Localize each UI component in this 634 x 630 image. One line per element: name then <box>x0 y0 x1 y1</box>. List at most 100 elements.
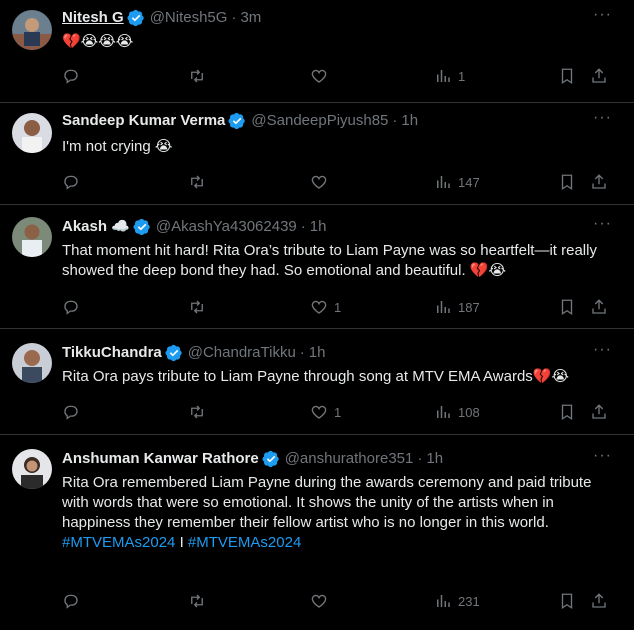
retweet-button[interactable] <box>188 402 212 422</box>
author-name[interactable]: Nitesh G <box>62 8 124 28</box>
more-icon[interactable]: ··· <box>593 6 612 24</box>
share-icon <box>592 593 606 608</box>
tweet[interactable]: Sandeep Kumar Verma @SandeepPiyush85 · 1… <box>0 103 634 205</box>
verified-badge-icon <box>228 112 246 130</box>
retweet-button[interactable] <box>188 172 212 192</box>
views-icon <box>437 70 450 82</box>
author-name[interactable]: Akash ☁️ <box>62 217 130 237</box>
like-button[interactable]: 1 <box>310 297 341 317</box>
share-button[interactable] <box>590 172 608 192</box>
avatar[interactable] <box>12 10 52 50</box>
hashtag-link[interactable]: #MTVEMAs2024 <box>188 534 301 551</box>
views-icon <box>437 301 450 313</box>
reply-icon <box>64 594 78 609</box>
bookmark-button[interactable] <box>558 591 576 611</box>
share-icon <box>592 404 606 419</box>
views-button[interactable]: 147 <box>434 172 480 192</box>
share-icon <box>592 299 606 314</box>
author-handle[interactable]: @AkashYa43062439 <box>156 217 297 237</box>
more-icon[interactable]: ··· <box>593 215 612 233</box>
timestamp[interactable]: 1h <box>310 217 327 237</box>
bookmark-icon <box>561 174 573 191</box>
author-handle[interactable]: @ChandraTikku <box>188 343 296 363</box>
tweet-actions: 231 <box>62 591 616 611</box>
like-icon <box>311 300 327 314</box>
bookmark-icon <box>561 299 573 316</box>
more-icon[interactable]: ··· <box>593 109 612 127</box>
tweet[interactable]: Anshuman Kanwar Rathore @anshurathore351… <box>0 435 634 630</box>
bookmark-button[interactable] <box>558 402 576 422</box>
tweet-actions: 1 108 <box>62 402 616 422</box>
views-button[interactable]: 108 <box>434 402 480 422</box>
retweet-button[interactable] <box>188 297 212 317</box>
hashtag-separator: I <box>179 534 184 551</box>
timestamp[interactable]: 1h <box>426 449 443 469</box>
like-button[interactable] <box>310 172 334 192</box>
views-button[interactable]: 187 <box>434 297 480 317</box>
reply-icon <box>64 405 78 420</box>
avatar[interactable] <box>12 449 52 489</box>
share-button[interactable] <box>590 402 608 422</box>
retweet-button[interactable] <box>188 591 212 611</box>
reply-icon <box>64 175 78 190</box>
share-button[interactable] <box>590 591 608 611</box>
avatar[interactable] <box>12 343 52 383</box>
more-icon[interactable]: ··· <box>593 447 612 465</box>
reply-button[interactable] <box>62 297 86 317</box>
retweet-icon <box>191 594 203 608</box>
author-name[interactable]: Anshuman Kanwar Rathore <box>62 449 259 469</box>
verified-badge-icon <box>133 218 150 236</box>
like-button[interactable]: 1 <box>310 402 341 422</box>
bookmark-button[interactable] <box>558 172 576 192</box>
avatar[interactable] <box>12 217 52 257</box>
like-icon <box>311 405 327 419</box>
like-button[interactable] <box>310 591 334 611</box>
timestamp[interactable]: 1h <box>309 343 326 363</box>
reply-button[interactable] <box>62 591 86 611</box>
reply-button[interactable] <box>62 402 86 422</box>
retweet-button[interactable] <box>188 66 212 86</box>
tweet-header: Nitesh G @Nitesh5G · 3m <box>62 8 584 28</box>
views-button[interactable]: 1 <box>434 66 465 86</box>
hashtag-link[interactable]: #MTVEMAs2024 <box>62 534 175 551</box>
tweet-header: Akash ☁️ @AkashYa43062439 · 1h <box>62 217 584 237</box>
tweet-header: Sandeep Kumar Verma @SandeepPiyush85 · 1… <box>62 111 584 131</box>
timestamp[interactable]: 1h <box>401 111 418 131</box>
like-icon <box>311 175 327 189</box>
tweet[interactable]: Nitesh G @Nitesh5G · 3m ··· 💔😭😭😭 1 <box>0 0 634 103</box>
bookmark-button[interactable] <box>558 297 576 317</box>
verified-badge-icon <box>127 9 144 27</box>
separator-dot: · <box>300 218 306 235</box>
author-name[interactable]: TikkuChandra <box>62 343 162 363</box>
tweet-actions: 1 <box>62 66 616 86</box>
timestamp[interactable]: 3m <box>240 8 261 28</box>
bookmark-icon <box>561 593 573 610</box>
views-button[interactable]: 231 <box>434 591 480 611</box>
reply-icon <box>64 69 78 84</box>
tweet-actions: 1 187 <box>62 297 616 317</box>
like-button[interactable] <box>310 66 334 86</box>
author-handle[interactable]: @Nitesh5G <box>150 8 228 28</box>
bookmark-button[interactable] <box>558 66 576 86</box>
author-handle[interactable]: @anshurathore351 <box>285 449 414 469</box>
share-button[interactable] <box>590 297 608 317</box>
like-icon <box>311 594 327 608</box>
retweet-icon <box>191 300 203 314</box>
tweet[interactable]: Akash ☁️ @AkashYa43062439 · 1h ··· That … <box>0 205 634 329</box>
tweet[interactable]: TikkuChandra @ChandraTikku · 1h ··· Rita… <box>0 329 634 435</box>
author-handle[interactable]: @SandeepPiyush85 <box>251 111 388 131</box>
views-icon <box>437 406 450 418</box>
avatar[interactable] <box>12 113 52 153</box>
verified-badge-icon <box>165 344 182 362</box>
more-icon[interactable]: ··· <box>593 341 612 359</box>
share-button[interactable] <box>590 66 608 86</box>
reply-icon <box>64 300 78 315</box>
author-name[interactable]: Sandeep Kumar Verma <box>62 111 225 131</box>
reply-button[interactable] <box>62 66 86 86</box>
bookmark-icon <box>561 404 573 421</box>
tweet-text-body: Rita Ora remembered Liam Payne during th… <box>62 474 592 531</box>
reply-button[interactable] <box>62 172 86 192</box>
separator-dot: · <box>392 112 398 129</box>
tweet-text: 💔😭😭😭 <box>62 33 134 50</box>
share-icon <box>592 174 606 189</box>
